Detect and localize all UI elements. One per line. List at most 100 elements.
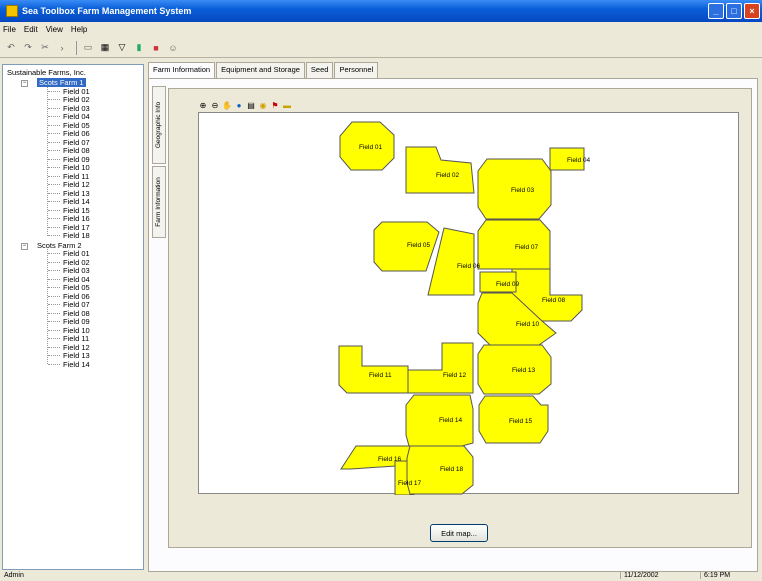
- target-icon[interactable]: ◉: [258, 100, 268, 110]
- zoom-in-icon[interactable]: ⊕: [198, 100, 208, 110]
- field-map[interactable]: Field 01 Field 02 Field 03 Field 04 Fiel…: [198, 112, 740, 495]
- field-17-label: Field 17: [398, 480, 422, 487]
- toolbar-separator: [76, 40, 77, 55]
- chart-icon[interactable]: ▮: [132, 41, 146, 55]
- tree-branch-line: [48, 90, 60, 92]
- list-icon[interactable]: ▦: [98, 41, 112, 55]
- menu-bar: File Edit View Help: [0, 22, 762, 36]
- tree-branch-line: [48, 338, 60, 339]
- tab-personnel[interactable]: Personnel: [334, 62, 379, 78]
- vtab-farm-info-label: Farm Information: [155, 177, 162, 227]
- flag-icon[interactable]: ⚑: [270, 100, 280, 110]
- tree-field-node[interactable]: Field 14: [63, 360, 90, 369]
- undo-icon[interactable]: ↶: [4, 41, 18, 55]
- close-button[interactable]: ×: [744, 3, 760, 19]
- tree-field-node[interactable]: Field 18: [63, 231, 90, 240]
- field-02-shape[interactable]: [405, 146, 475, 194]
- tree-branch-line: [48, 116, 60, 117]
- tree-branch-line: [48, 218, 60, 219]
- tree-toggle-icon[interactable]: −: [21, 242, 28, 250]
- tab-farm-information[interactable]: Farm Information: [148, 62, 216, 78]
- tree-branch-line: [48, 201, 60, 202]
- title-bar: Sea Toolbox Farm Management System _ □ ×: [0, 0, 762, 22]
- field-13-label: Field 13: [512, 367, 536, 374]
- menu-help[interactable]: Help: [71, 25, 87, 34]
- tree-branch-line: [48, 107, 60, 109]
- status-bar: Admin 11/12/2002 6:19 PM: [0, 572, 762, 581]
- label-icon[interactable]: ▬: [282, 100, 292, 110]
- palette-icon[interactable]: ■: [149, 41, 163, 55]
- edit-map-button[interactable]: Edit map...: [430, 524, 488, 542]
- field-07-shape[interactable]: [477, 219, 551, 270]
- field-16-label: Field 16: [378, 456, 402, 463]
- field-12-shape[interactable]: [407, 342, 474, 394]
- field-12-label: Field 12: [443, 372, 467, 379]
- vtab-geographic-label: Geographic Info: [155, 101, 162, 149]
- tree-branch-line: [48, 158, 60, 160]
- field-07-label: Field 07: [515, 244, 539, 251]
- tree-branch-line: [48, 175, 60, 177]
- vtab-farm-information[interactable]: Farm Information: [152, 166, 166, 238]
- menu-file[interactable]: File: [3, 25, 16, 34]
- tree-branch-line: [48, 253, 60, 254]
- tree-branch-line: [48, 235, 60, 236]
- tree-branch-line: [48, 321, 60, 322]
- field-09-label: Field 09: [496, 281, 520, 288]
- field-01-label: Field 01: [359, 144, 383, 151]
- field-03-label: Field 03: [511, 187, 535, 194]
- menu-edit[interactable]: Edit: [24, 25, 38, 34]
- tree-branch-line: [48, 295, 60, 297]
- minimize-button[interactable]: _: [708, 3, 724, 19]
- tree-branch-line: [48, 167, 60, 168]
- redo-icon[interactable]: ↷: [21, 41, 35, 55]
- field-05-label: Field 05: [407, 242, 431, 249]
- tree-root[interactable]: Sustainable Farms, Inc.: [7, 68, 86, 77]
- print-icon[interactable]: ▤: [246, 100, 256, 110]
- paste-icon[interactable]: ›: [55, 41, 69, 55]
- vtab-geographic-info[interactable]: Geographic Info: [152, 86, 166, 164]
- app-icon: [6, 5, 18, 17]
- toolbar: ↶ ↷ ✂ › ▭ ▦ ▽ ▮ ■ ☺: [0, 38, 762, 58]
- maximize-button[interactable]: □: [726, 3, 742, 19]
- field-11-label: Field 11: [369, 372, 392, 379]
- tree-branch-line: [48, 124, 60, 126]
- pan-icon[interactable]: ✋: [222, 100, 232, 110]
- map-canvas[interactable]: Field 01 Field 02 Field 03 Field 04 Fiel…: [199, 113, 740, 495]
- globe-icon[interactable]: ●: [234, 100, 244, 110]
- field-04-label: Field 04: [567, 157, 591, 164]
- tree-branch-line: [48, 346, 60, 348]
- tree-branch-line: [48, 192, 60, 194]
- tree-branch-line: [48, 261, 60, 263]
- field-02-label: Field 02: [436, 172, 460, 179]
- tree-toggle-icon[interactable]: −: [21, 80, 28, 87]
- field-08-label: Field 08: [542, 297, 566, 304]
- tab-seed[interactable]: Seed: [305, 62, 334, 78]
- status-user: Admin: [4, 572, 24, 579]
- field-11-shape[interactable]: [338, 345, 409, 394]
- new-icon[interactable]: ▭: [81, 41, 95, 55]
- tree-branch-line: [48, 329, 60, 331]
- tree-branch-line: [48, 226, 60, 228]
- cut-icon[interactable]: ✂: [38, 41, 52, 55]
- tree-branch-line: [48, 312, 60, 314]
- field-10-label: Field 10: [516, 321, 540, 328]
- filter-icon[interactable]: ▽: [115, 41, 129, 55]
- tab-equipment-storage[interactable]: Equipment and Storage: [216, 62, 305, 78]
- window-title: Sea Toolbox Farm Management System: [22, 6, 192, 16]
- tree-branch-line: [48, 99, 60, 100]
- field-06-label: Field 06: [457, 263, 481, 270]
- tree-branch-line: [48, 150, 60, 151]
- farm-tree[interactable]: Sustainable Farms, Inc. − Scots Farm 1 Fie…: [2, 64, 144, 570]
- tree-branch-line: [48, 209, 60, 211]
- field-18-label: Field 18: [440, 466, 464, 473]
- status-date: 11/12/2002: [620, 572, 659, 579]
- tree-branch-line: [48, 363, 60, 365]
- field-14-label: Field 14: [439, 417, 463, 424]
- tree-branch-line: [48, 184, 60, 185]
- status-time: 6:19 PM: [700, 572, 730, 579]
- people-icon[interactable]: ☺: [166, 41, 180, 55]
- menu-view[interactable]: View: [46, 25, 63, 34]
- tree-branch-line: [48, 133, 60, 134]
- tree-branch-line: [48, 287, 60, 288]
- zoom-out-icon[interactable]: ⊖: [210, 100, 220, 110]
